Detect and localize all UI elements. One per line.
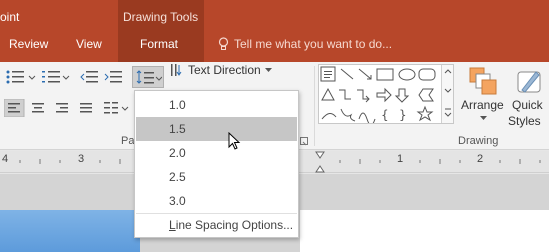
arrange-icon xyxy=(469,67,497,95)
options-label: ine Spacing Options... xyxy=(175,218,294,232)
group-separator xyxy=(314,66,315,146)
line-spacing-options-item[interactable]: Line Spacing Options... xyxy=(136,213,297,237)
gallery-scroll-arrows-icon xyxy=(444,69,452,117)
line-spacing-option[interactable]: 1.0 xyxy=(136,93,297,117)
quick-styles-label-2: Styles xyxy=(508,114,541,128)
app-title: oint xyxy=(0,10,20,24)
quick-styles-button[interactable]: Quick Styles xyxy=(508,64,549,130)
shapes-icon: { } xyxy=(320,66,436,126)
tell-me-placeholder: Tell me what you want to do... xyxy=(234,37,393,51)
ruler-mark: 3 xyxy=(78,153,85,165)
mouse-pointer-icon xyxy=(228,132,241,150)
ruler-mark: 4 xyxy=(2,153,9,165)
quick-styles-icon xyxy=(517,71,541,93)
line-spacing-button[interactable] xyxy=(132,66,164,88)
slide[interactable] xyxy=(300,210,549,252)
shapes-gallery[interactable]: { } xyxy=(318,64,454,126)
title-bar xyxy=(0,0,549,31)
tab-format[interactable]: Format xyxy=(140,37,178,51)
chevron-down-icon xyxy=(480,116,487,120)
arrange-label: Arrange xyxy=(461,98,504,112)
chevron-down-icon xyxy=(264,67,272,72)
svg-text:}: } xyxy=(399,108,407,122)
line-spacing-option-selected[interactable]: 1.5 xyxy=(136,117,297,141)
bullets-icon[interactable] xyxy=(6,70,36,84)
drawing-group-label: Drawing xyxy=(458,135,499,147)
ruler-mark: 1 xyxy=(397,153,404,165)
svg-text:{: { xyxy=(381,108,389,122)
increase-indent-icon[interactable] xyxy=(104,70,124,84)
ruler-mark: 2 xyxy=(477,153,484,165)
gallery-scroll[interactable] xyxy=(441,65,453,123)
text-direction-icon xyxy=(171,64,182,76)
decrease-indent-icon[interactable] xyxy=(80,70,100,84)
text-direction-label: Text Direction xyxy=(188,63,261,77)
arrange-button[interactable]: Arrange xyxy=(460,64,510,130)
drawing-tools-label: Drawing Tools xyxy=(123,10,199,24)
line-spacing-menu: 1.0 1.5 2.0 2.5 3.0 Line Spacing Options… xyxy=(134,90,299,238)
line-spacing-option[interactable]: 2.5 xyxy=(136,165,297,189)
numbering-icon[interactable] xyxy=(42,70,72,84)
quick-styles-label-1: Quick xyxy=(512,98,543,112)
paragraph-group-label: Pa xyxy=(121,135,135,147)
alignment-buttons[interactable] xyxy=(4,99,100,117)
text-direction-button[interactable]: Text Direction xyxy=(170,63,272,77)
tell-me-box[interactable]: Tell me what you want to do... xyxy=(218,37,392,51)
paragraph-dialog-launcher-icon[interactable] xyxy=(300,137,309,146)
tab-view[interactable]: View xyxy=(76,37,102,51)
line-spacing-icon xyxy=(136,70,162,84)
lightbulb-icon xyxy=(218,37,229,50)
line-spacing-option[interactable]: 3.0 xyxy=(136,189,297,213)
slide-image[interactable] xyxy=(0,210,140,252)
columns-icon[interactable] xyxy=(104,101,130,115)
tab-review[interactable]: Review xyxy=(9,37,48,51)
line-spacing-option[interactable]: 2.0 xyxy=(136,141,297,165)
options-mnemonic: L xyxy=(169,218,176,232)
